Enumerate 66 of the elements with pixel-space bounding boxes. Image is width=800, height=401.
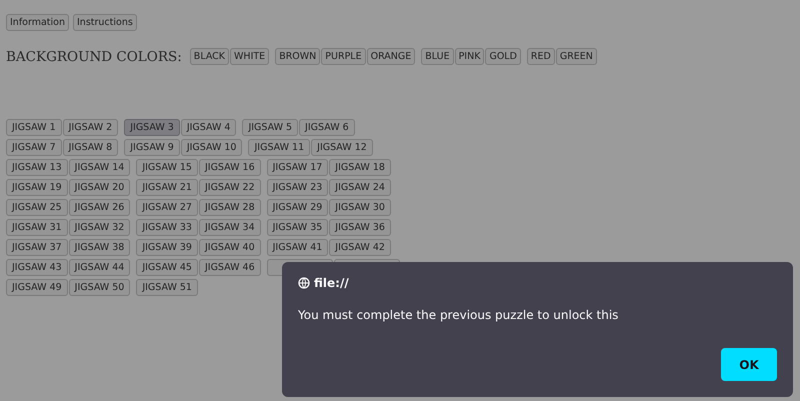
jigsaw-button[interactable]: JIGSAW 41 <box>266 239 328 256</box>
jigsaw-button[interactable]: JIGSAW 18 <box>329 159 391 176</box>
jigsaw-button[interactable]: JIGSAW 49 <box>6 279 68 296</box>
jigsaw-button[interactable]: JIGSAW 7 <box>6 139 62 156</box>
jigsaw-button[interactable]: JIGSAW 21 <box>136 179 198 196</box>
jigsaw-button[interactable]: JIGSAW 45 <box>136 259 198 276</box>
jigsaw-button[interactable]: JIGSAW 19 <box>6 179 68 196</box>
section-label: BACKGROUND COLORS: <box>6 48 182 64</box>
menu-button[interactable]: Instructions <box>73 14 137 31</box>
jigsaw-button[interactable]: JIGSAW 3 <box>124 119 180 136</box>
jigsaw-button[interactable]: JIGSAW 12 <box>311 139 373 156</box>
jigsaw-button[interactable]: JIGSAW 23 <box>266 179 328 196</box>
color-button[interactable]: ORANGE <box>366 48 416 65</box>
jigsaw-button[interactable]: JIGSAW 40 <box>198 239 261 256</box>
color-button[interactable]: WHITE <box>230 48 270 65</box>
jigsaw-button[interactable]: JIGSAW 4 <box>180 119 236 136</box>
globe-icon <box>298 277 310 289</box>
jigsaw-button[interactable]: JIGSAW 16 <box>198 159 261 176</box>
color-button[interactable]: BLUE <box>421 48 454 65</box>
jigsaw-button[interactable]: JIGSAW 25 <box>6 199 68 216</box>
color-button[interactable]: GOLD <box>485 48 521 65</box>
menu-button[interactable]: Information <box>6 14 69 31</box>
jigsaw-button[interactable]: JIGSAW 10 <box>180 139 242 156</box>
jigsaw-button[interactable]: JIGSAW 44 <box>68 259 130 276</box>
color-button[interactable]: BLACK <box>190 48 230 65</box>
color-button[interactable]: PINK <box>454 48 484 65</box>
jigsaw-button[interactable]: JIGSAW 13 <box>6 159 68 176</box>
jigsaw-button[interactable]: JIGSAW 28 <box>198 199 261 216</box>
dialog-message: You must complete the previous puzzle to unlock this <box>298 308 620 322</box>
ok-button[interactable]: OK <box>721 348 777 381</box>
jigsaw-button[interactable]: JIGSAW 37 <box>6 239 68 256</box>
jigsaw-button[interactable]: JIGSAW 26 <box>68 199 130 216</box>
jigsaw-button[interactable]: JIGSAW 30 <box>329 199 391 216</box>
jigsaw-button[interactable]: JIGSAW 6 <box>299 119 355 136</box>
jigsaw-button[interactable]: JIGSAW 2 <box>62 119 118 136</box>
jigsaw-button[interactable]: JIGSAW 33 <box>136 219 198 236</box>
jigsaw-button[interactable]: JIGSAW 39 <box>136 239 198 256</box>
jigsaw-button[interactable]: JIGSAW 34 <box>198 219 261 236</box>
jigsaw-button[interactable]: JIGSAW 31 <box>6 219 68 236</box>
jigsaw-button[interactable]: JIGSAW 11 <box>248 139 310 156</box>
jigsaw-button[interactable]: JIGSAW 8 <box>62 139 118 156</box>
jigsaw-button[interactable]: JIGSAW 46 <box>198 259 261 276</box>
jigsaw-button[interactable]: JIGSAW 22 <box>198 179 261 196</box>
jigsaw-button[interactable]: JIGSAW 51 <box>136 279 198 296</box>
jigsaw-button[interactable]: JIGSAW 50 <box>68 279 130 296</box>
dialog-origin: file:// <box>314 276 349 290</box>
jigsaw-button[interactable]: JIGSAW 35 <box>266 219 328 236</box>
jigsaw-button[interactable]: JIGSAW 42 <box>329 239 391 256</box>
color-button[interactable]: BROWN <box>275 48 320 65</box>
jigsaw-button[interactable]: JIGSAW 36 <box>329 219 391 236</box>
jigsaw-button[interactable]: JIGSAW 1 <box>6 119 62 136</box>
jigsaw-button[interactable]: JIGSAW 27 <box>136 199 198 216</box>
jigsaw-button[interactable]: JIGSAW 20 <box>68 179 130 196</box>
jigsaw-button[interactable]: JIGSAW 24 <box>329 179 391 196</box>
jigsaw-button[interactable]: JIGSAW 15 <box>136 159 198 176</box>
jigsaw-button[interactable]: JIGSAW 29 <box>266 199 328 216</box>
jigsaw-button[interactable]: JIGSAW 38 <box>68 239 130 256</box>
jigsaw-button[interactable]: JIGSAW 9 <box>124 139 180 156</box>
color-button[interactable]: GREEN <box>556 48 597 65</box>
jigsaw-button[interactable]: JIGSAW 32 <box>68 219 130 236</box>
jigsaw-button[interactable]: JIGSAW 14 <box>68 159 130 176</box>
color-button[interactable]: PURPLE <box>321 48 366 65</box>
jigsaw-button[interactable]: JIGSAW 5 <box>242 119 298 136</box>
color-button[interactable]: RED <box>526 48 555 65</box>
jigsaw-button[interactable]: JIGSAW 17 <box>266 159 328 176</box>
jigsaw-button[interactable]: JIGSAW 43 <box>6 259 68 276</box>
